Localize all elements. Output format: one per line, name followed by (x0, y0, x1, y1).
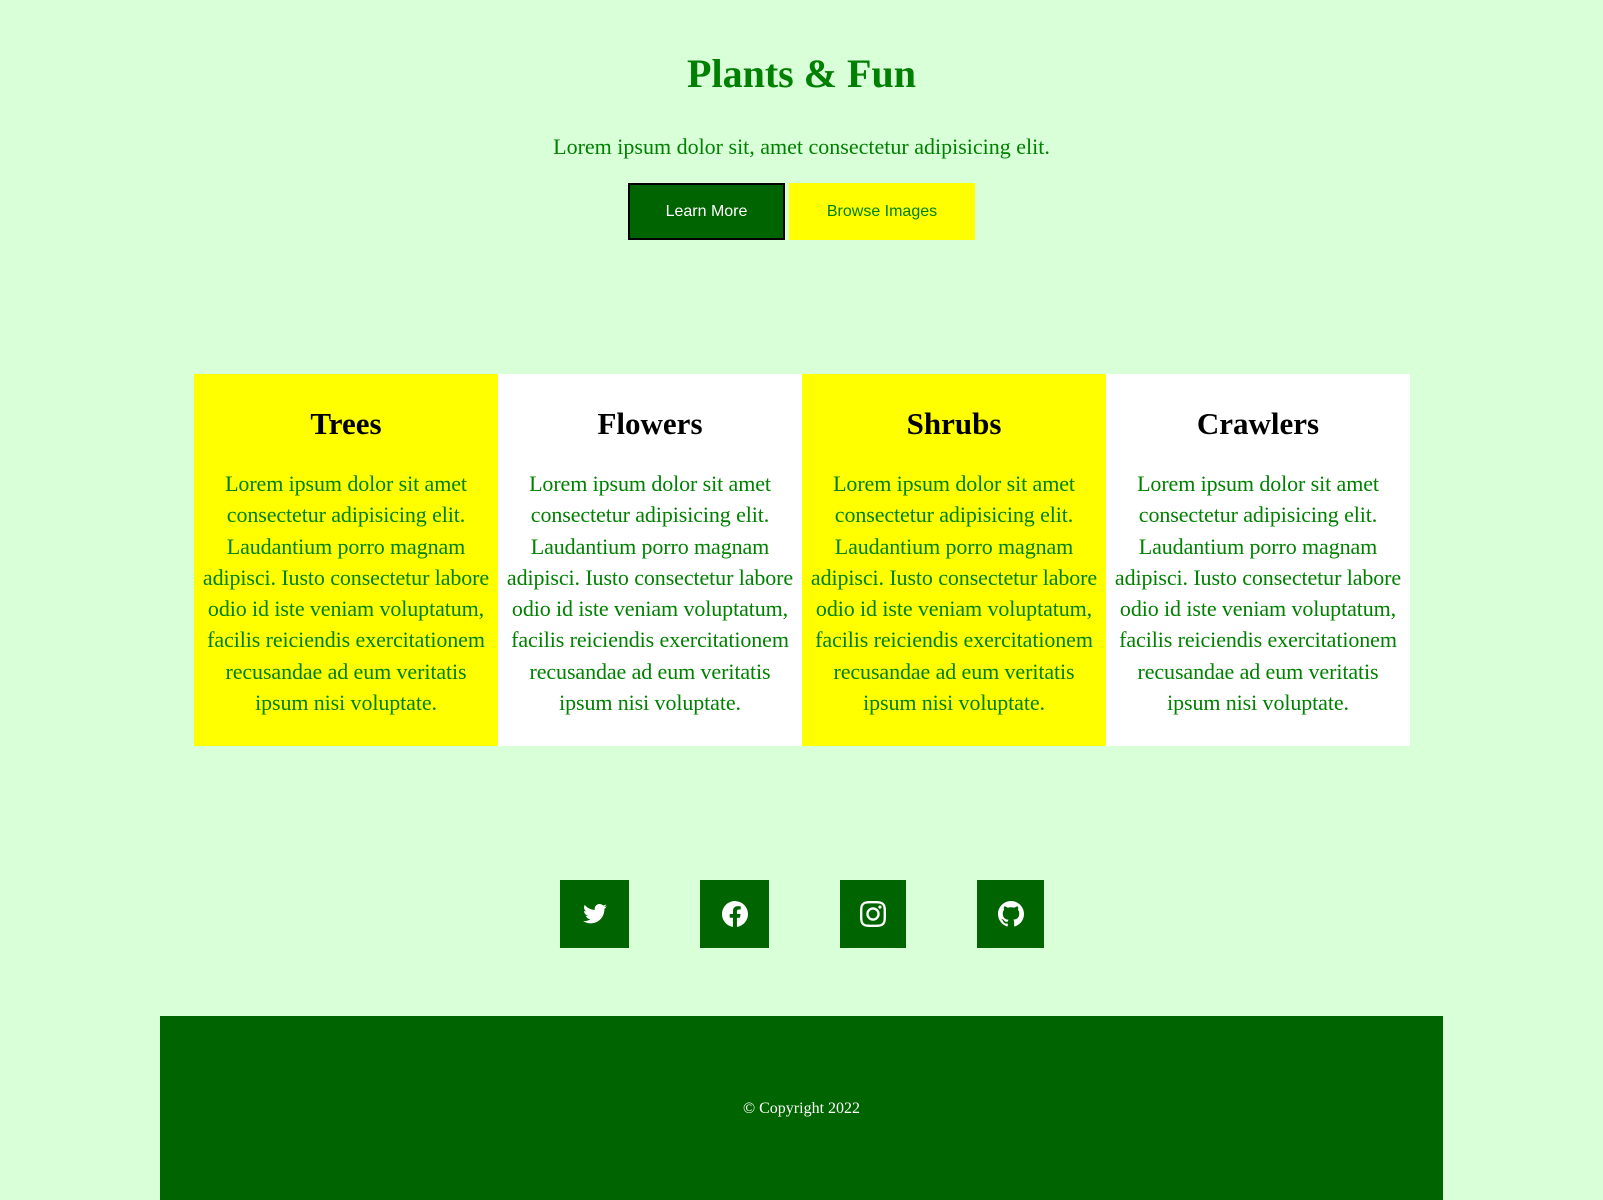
card-crawlers: Crawlers Lorem ipsum dolor sit amet cons… (1106, 374, 1410, 746)
learn-more-button[interactable]: Learn More (628, 183, 785, 240)
twitter-icon (582, 904, 607, 924)
card-text: Lorem ipsum dolor sit amet consectetur a… (1114, 471, 1402, 716)
page-title: Plants & Fun (687, 51, 916, 96)
plant-categories: Trees Lorem ipsum dolor sit amet consect… (194, 374, 1410, 746)
card-text: Lorem ipsum dolor sit amet consectetur a… (202, 471, 490, 716)
card-flowers: Flowers Lorem ipsum dolor sit amet conse… (498, 374, 802, 746)
card-title: Flowers (597, 406, 703, 441)
card-title: Shrubs (906, 406, 1002, 441)
card-title: Trees (310, 406, 382, 441)
card-text: Lorem ipsum dolor sit amet consectetur a… (810, 471, 1098, 716)
instagram-link[interactable] (840, 880, 906, 948)
card-shrubs: Shrubs Lorem ipsum dolor sit amet consec… (802, 374, 1106, 746)
twitter-link[interactable] (560, 880, 629, 948)
card-trees: Trees Lorem ipsum dolor sit amet consect… (194, 374, 498, 746)
github-link[interactable] (977, 880, 1044, 948)
card-text: Lorem ipsum dolor sit amet consectetur a… (506, 471, 794, 716)
instagram-icon (860, 901, 886, 927)
facebook-icon (721, 901, 748, 927)
footer: © Copyright 2022 (160, 1016, 1443, 1200)
card-title: Crawlers (1196, 406, 1320, 441)
facebook-link[interactable] (700, 880, 769, 948)
github-icon (997, 901, 1024, 927)
browse-images-button[interactable]: Browse Images (789, 183, 975, 240)
copyright-text: © Copyright 2022 (742, 1100, 861, 1117)
hero-subtitle: Lorem ipsum dolor sit, amet consectetur … (553, 134, 1050, 159)
